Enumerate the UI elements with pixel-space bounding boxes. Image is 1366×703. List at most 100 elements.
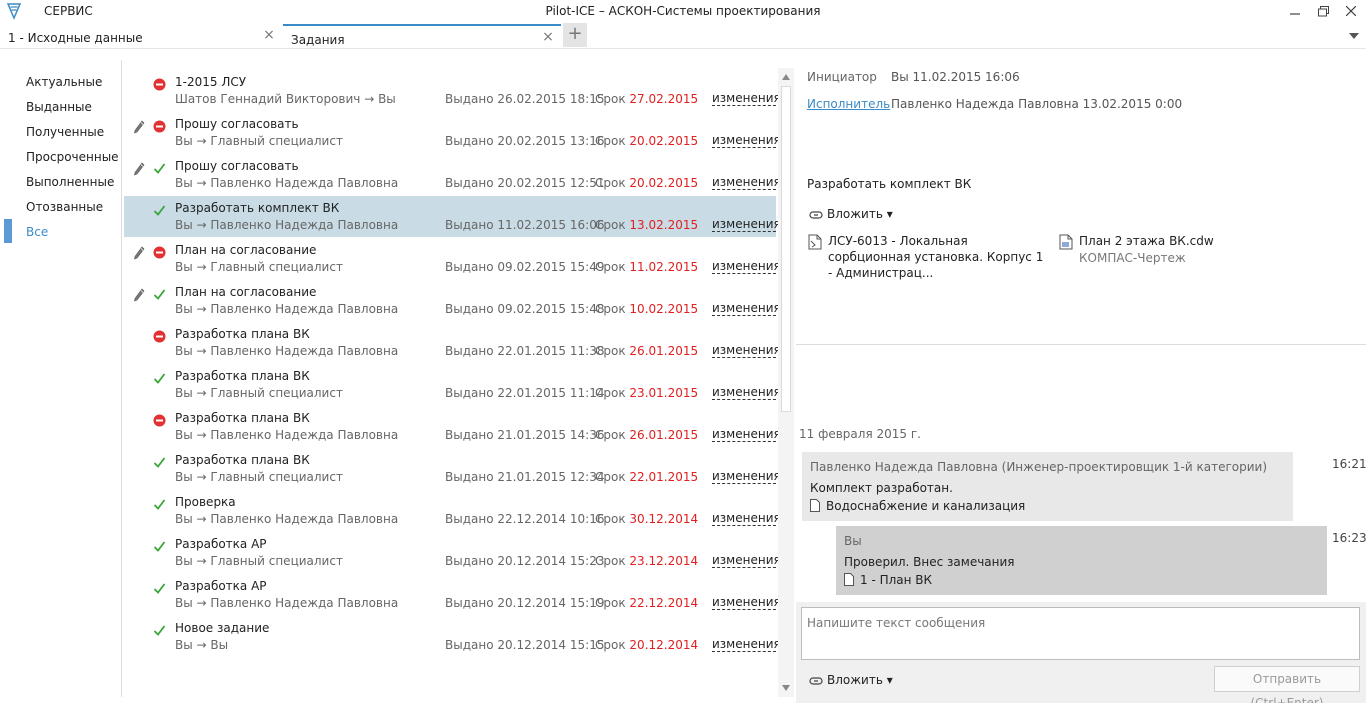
- nav-item[interactable]: Просроченные: [26, 150, 119, 164]
- task-changes-link[interactable]: изменения: [712, 218, 781, 232]
- task-route: Вы → Павленко Надежда Павловна: [175, 428, 399, 442]
- task-due-prefix: Срок: [595, 176, 626, 190]
- task-row[interactable]: План на согласование Вы → Павленко Надежд…: [124, 280, 781, 321]
- task-changes-link[interactable]: изменения: [712, 92, 781, 106]
- message-text: Проверил. Внес замечания: [844, 555, 1015, 569]
- nav-item[interactable]: Все: [26, 225, 48, 239]
- task-route: Шатов Геннадий Викторович → Вы: [175, 92, 396, 106]
- tab-source-data[interactable]: 1 - Исходные данные ×: [0, 24, 282, 49]
- scroll-up-icon[interactable]: [778, 70, 794, 84]
- no-entry-icon: [153, 330, 166, 343]
- task-due-prefix: Срок: [595, 554, 626, 568]
- task-row[interactable]: Проверка Вы → Павленко Надежда Павловна Вы…: [124, 490, 781, 531]
- no-entry-icon: [153, 78, 166, 91]
- file-name: ЛСУ-6013 - Локальная сорбционная установ…: [828, 234, 1044, 280]
- attached-file-lsu[interactable]: ЛСУ-6013 - Локальная сорбционная установ…: [808, 233, 1048, 280]
- task-changes-link[interactable]: изменения: [712, 428, 781, 442]
- task-row[interactable]: 1-2015 ЛСУ Шатов Геннадий Викторович → Вы…: [124, 70, 781, 111]
- message-time: 16:21: [1332, 457, 1366, 471]
- add-tab-button[interactable]: +: [563, 23, 587, 47]
- title-bar: СЕРВИС Pilot-ICE – АСКОН-Системы проекти…: [0, 0, 1366, 22]
- tab-close-icon[interactable]: ×: [262, 28, 276, 42]
- task-changes-link[interactable]: изменения: [712, 176, 781, 190]
- task-row[interactable]: План на согласование Вы → Главный специал…: [124, 238, 781, 279]
- checkmark-icon: [153, 625, 166, 636]
- message-attachment[interactable]: 1 - План ВК: [844, 573, 932, 587]
- nav-active-indicator: [4, 219, 12, 243]
- task-changes-link[interactable]: изменения: [712, 386, 781, 400]
- pilot-logo-icon: [6, 3, 22, 20]
- checkmark-icon: [153, 289, 166, 300]
- attachment-label: 1 - План ВК: [860, 573, 933, 587]
- paperclip-icon: [809, 676, 823, 685]
- document-icon: [810, 499, 820, 512]
- pen-icon: [134, 162, 145, 176]
- task-row[interactable]: Новое задание Вы → Вы Выдано 20.12.2014 15…: [124, 616, 781, 657]
- task-row[interactable]: Разработка плана ВК Вы → Главный специали…: [124, 364, 781, 405]
- task-row[interactable]: Разработка плана ВК Вы → Павленко Надежда…: [124, 322, 781, 363]
- task-row[interactable]: Прошу согласовать Вы → Главный специалист…: [124, 112, 781, 153]
- nav-item[interactable]: Выданные: [26, 100, 92, 114]
- task-title: Разработка плана ВК: [175, 369, 310, 383]
- nav-item[interactable]: Полученные: [26, 125, 104, 139]
- executor-link[interactable]: Исполнитель: [807, 97, 890, 111]
- task-route: Вы → Главный специалист: [175, 386, 343, 400]
- task-row[interactable]: Разработка АР Вы → Главный специалист Выда…: [124, 532, 781, 573]
- initiator-label: Инициатор: [807, 70, 877, 84]
- scroll-down-icon[interactable]: [778, 681, 794, 695]
- no-entry-icon: [153, 414, 166, 427]
- task-due-prefix: Срок: [595, 470, 626, 484]
- task-changes-link[interactable]: изменения: [712, 554, 781, 568]
- task-row[interactable]: Разработать комплект ВК Вы → Павленко Над…: [124, 196, 781, 237]
- task-issued-date: Выдано 26.02.2015 18:15: [445, 92, 605, 106]
- tab-tasks[interactable]: Задания ×: [283, 24, 561, 49]
- message-input[interactable]: [801, 607, 1360, 660]
- task-row[interactable]: Разработка плана ВК Вы → Главный специали…: [124, 448, 781, 489]
- task-due-prefix: Срок: [595, 386, 626, 400]
- nav-item[interactable]: Актуальные: [26, 75, 102, 89]
- task-row[interactable]: Разработка плана ВК Вы → Павленко Надежда…: [124, 406, 781, 447]
- task-row[interactable]: Разработка АР Вы → Павленко Надежда Павло…: [124, 574, 781, 615]
- send-button[interactable]: Отправить (Ctrl+Enter): [1214, 666, 1360, 703]
- task-changes-link[interactable]: изменения: [712, 638, 781, 652]
- task-title: Разработать комплект ВК: [175, 201, 340, 215]
- task-due-date: 13.02.2015: [629, 218, 699, 232]
- task-route: Вы → Павленко Надежда Павловна: [175, 218, 399, 232]
- nav-item[interactable]: Отозванные: [26, 200, 103, 214]
- chevron-down-icon[interactable]: [1348, 31, 1360, 41]
- close-window-button[interactable]: [1336, 0, 1366, 22]
- scroll-thumb[interactable]: [781, 86, 791, 412]
- task-due-date: 11.02.2015: [629, 260, 699, 274]
- tab-close-icon[interactable]: ×: [541, 30, 555, 44]
- minimize-button[interactable]: [1280, 0, 1310, 22]
- task-changes-link[interactable]: изменения: [712, 344, 781, 358]
- task-title: Разработка АР: [175, 579, 267, 593]
- task-title: План на согласование: [175, 285, 317, 299]
- task-row[interactable]: Прошу согласовать Вы → Павленко Надежда П…: [124, 154, 781, 195]
- checkmark-icon: [153, 583, 166, 594]
- task-issued-date: Выдано 21.01.2015 12:34: [445, 470, 605, 484]
- compose-attach-button[interactable]: Вложить ▾: [809, 673, 893, 687]
- task-changes-link[interactable]: изменения: [712, 596, 781, 610]
- menu-service[interactable]: СЕРВИС: [44, 4, 93, 18]
- no-entry-icon: [153, 246, 166, 259]
- task-changes-link[interactable]: изменения: [712, 134, 781, 148]
- task-due-prefix: Срок: [595, 428, 626, 442]
- task-changes-link[interactable]: изменения: [712, 470, 781, 484]
- nav-item[interactable]: Выполненные: [26, 175, 114, 189]
- task-changes-link[interactable]: изменения: [712, 512, 781, 526]
- document-icon: [844, 573, 854, 586]
- task-changes-link[interactable]: изменения: [712, 302, 781, 316]
- task-due-prefix: Срок: [595, 218, 626, 232]
- task-title: 1-2015 ЛСУ: [175, 75, 247, 89]
- task-list-scrollbar[interactable]: [778, 68, 794, 697]
- attached-file-plan[interactable]: План 2 этажа ВК.cdw КОМПАС-Чертеж: [1059, 233, 1259, 267]
- restore-button[interactable]: [1308, 0, 1338, 22]
- task-issued-date: Выдано 20.02.2015 12:51: [445, 176, 605, 190]
- task-due: Срок 13.02.2015: [595, 218, 698, 232]
- task-changes-link[interactable]: изменения: [712, 260, 781, 274]
- task-route: Вы → Павленко Надежда Павловна: [175, 176, 399, 190]
- attach-button[interactable]: Вложить ▾: [809, 207, 893, 221]
- task-issued-date: Выдано 09.02.2015 15:48: [445, 302, 605, 316]
- message-attachment[interactable]: Водоснабжение и канализация: [810, 499, 1025, 513]
